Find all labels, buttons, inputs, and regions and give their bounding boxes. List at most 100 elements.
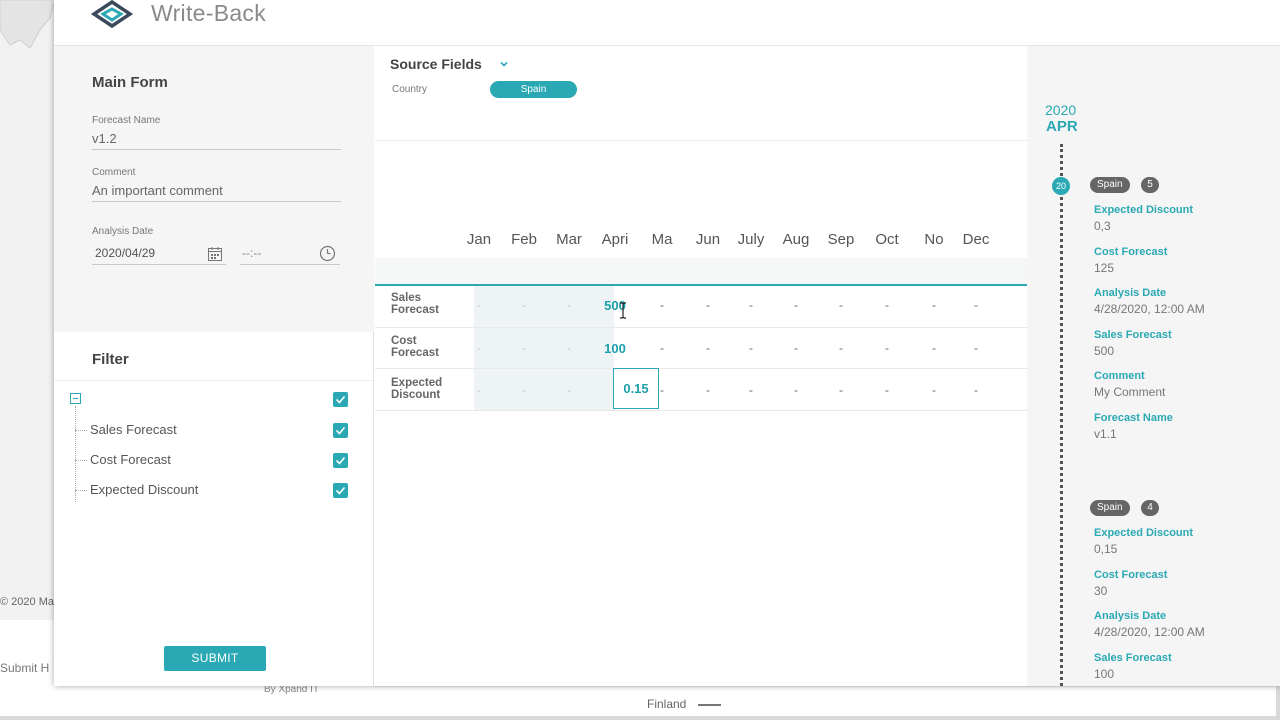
filter-all-checkbox[interactable] <box>333 392 348 407</box>
timeline-field-key: Cost Forecast <box>1094 568 1168 581</box>
timeline-line <box>1060 144 1063 686</box>
grid-cell[interactable]: - <box>729 383 773 397</box>
grid-cell[interactable]: - <box>457 298 501 312</box>
background-grid <box>375 686 1280 720</box>
row-label-expected-discount: Expected Discount <box>391 377 443 401</box>
grid-cell[interactable]: - <box>547 341 591 355</box>
country-pill[interactable]: Spain <box>490 81 577 98</box>
timeline-field-key: Cost Forecast <box>1094 245 1168 258</box>
checkmark-icon <box>335 486 346 495</box>
grid-cell[interactable]: - <box>774 341 818 355</box>
filter-divider <box>54 380 374 381</box>
grid-cell[interactable]: - <box>686 298 730 312</box>
filter-checkbox-expected-discount[interactable] <box>333 483 348 498</box>
grid-cell[interactable]: - <box>547 383 591 397</box>
grid-cell[interactable]: - <box>954 298 998 312</box>
timeline-year: 2020 <box>1045 102 1077 118</box>
filter-item-sales-forecast[interactable]: Sales Forecast <box>75 422 177 437</box>
filter-checkbox-sales-forecast[interactable] <box>333 423 348 438</box>
timeline-field-key: Sales Forecast <box>1094 328 1172 341</box>
grid-cell[interactable]: - <box>457 383 501 397</box>
filter-item-label: Sales Forecast <box>90 422 177 437</box>
modal-header: Write-Back <box>54 0 1280 46</box>
analysis-date-input[interactable]: 2020/04/29 <box>92 246 226 265</box>
filter-title: Filter <box>92 351 129 368</box>
calendar-icon[interactable] <box>207 246 223 262</box>
grid-cell[interactable]: - <box>729 341 773 355</box>
timeline-country-pill[interactable]: Spain <box>1090 177 1130 193</box>
collapse-icon[interactable] <box>70 393 81 404</box>
checkmark-icon <box>335 456 346 465</box>
timeline-country-pill[interactable]: Spain <box>1090 500 1130 516</box>
write-back-modal: Write-Back Main Form Forecast Name v1.2 … <box>54 0 1280 686</box>
center-panel: Source Fields Country Spain Jan Feb Mar Apr… <box>375 46 1027 686</box>
grid-cell[interactable]: - <box>640 383 684 397</box>
chevron-down-icon[interactable] <box>499 59 509 69</box>
submit-button[interactable]: SUBMIT <box>164 646 266 671</box>
clock-icon[interactable] <box>319 245 336 262</box>
filter-checkbox-cost-forecast[interactable] <box>333 453 348 468</box>
grid-cell[interactable]: 500 <box>593 298 637 313</box>
source-fields-title[interactable]: Source Fields <box>390 56 482 72</box>
month-header: Apri <box>601 231 629 248</box>
grid-cell[interactable]: 100 <box>593 341 637 356</box>
month-header: Jun <box>695 231 721 248</box>
grid-cell[interactable]: - <box>912 341 956 355</box>
forecast-name-input[interactable]: v1.2 <box>92 131 341 150</box>
history-timeline: 2020 APR 20 Spain 5 Expected Discount 0,3 Co… <box>1027 46 1280 686</box>
grid-cell[interactable]: - <box>457 341 501 355</box>
timeline-field-value: 125 <box>1094 260 1115 275</box>
country-label: Country <box>392 84 428 95</box>
row-divider <box>375 327 1027 328</box>
grid-cell[interactable]: - <box>686 383 730 397</box>
timeline-field-value: 0,15 <box>1094 542 1118 556</box>
month-header: Mar <box>556 231 582 248</box>
timeline-month: APR <box>1046 118 1078 135</box>
grid-cell[interactable]: - <box>954 341 998 355</box>
grid-cell[interactable]: - <box>774 383 818 397</box>
timeline-field-key: Sales Forecast <box>1094 651 1172 664</box>
month-header: Aug <box>782 231 810 248</box>
forecast-name-label: Forecast Name <box>92 115 161 126</box>
timeline-count-badge: 5 <box>1141 177 1159 193</box>
timeline-field-value: v1.1 <box>1094 427 1117 441</box>
diamond-logo-icon <box>90 0 134 29</box>
grid-cell[interactable]: - <box>502 383 546 397</box>
grid-cell[interactable]: - <box>774 298 818 312</box>
grid-cell[interactable]: - <box>640 341 684 355</box>
filter-item-cost-forecast[interactable]: Cost Forecast <box>75 452 171 467</box>
row-divider <box>375 368 1027 369</box>
grid-cell[interactable]: - <box>865 341 909 355</box>
grid-cell[interactable]: - <box>547 298 591 312</box>
map-copyright: © 2020 Ma <box>0 596 54 608</box>
timeline-field-key: Expected Discount <box>1094 204 1194 216</box>
grid-cell[interactable]: - <box>865 298 909 312</box>
timeline-field-key: Comment <box>1094 370 1145 383</box>
grid-cell[interactable]: - <box>640 298 684 312</box>
app-title: Write-Back <box>151 0 267 26</box>
comment-input[interactable]: An important comment <box>92 183 341 202</box>
timeline-day-badge[interactable]: 20 <box>1052 177 1070 195</box>
grid-separator <box>375 284 1027 286</box>
grid-cell[interactable]: - <box>954 383 998 397</box>
window-edge-bottom <box>0 716 1280 720</box>
grid-cell[interactable]: - <box>686 341 730 355</box>
timeline-field-value: 30 <box>1094 583 1108 598</box>
timeline-field-value: 4/28/2020, 12:00 AM <box>1094 302 1205 317</box>
grid-cell[interactable]: - <box>819 341 863 355</box>
grid-cell[interactable]: - <box>502 341 546 355</box>
grid-cell[interactable]: - <box>912 383 956 397</box>
analysis-date-label: Analysis Date <box>92 226 154 237</box>
grid-cell[interactable]: - <box>819 383 863 397</box>
month-header: July <box>737 231 765 248</box>
filter-item-expected-discount[interactable]: Expected Discount <box>75 482 198 497</box>
month-header: Sep <box>827 231 855 248</box>
checkmark-icon <box>335 395 346 404</box>
background-submit-link[interactable]: Submit H <box>0 661 49 675</box>
grid-cell[interactable]: - <box>865 383 909 397</box>
grid-cell[interactable]: - <box>502 298 546 312</box>
grid-cell[interactable]: - <box>729 298 773 312</box>
grid-cell[interactable]: - <box>912 298 956 312</box>
grid-cell[interactable]: - <box>819 298 863 312</box>
timeline-field-value: 500 <box>1094 343 1115 358</box>
